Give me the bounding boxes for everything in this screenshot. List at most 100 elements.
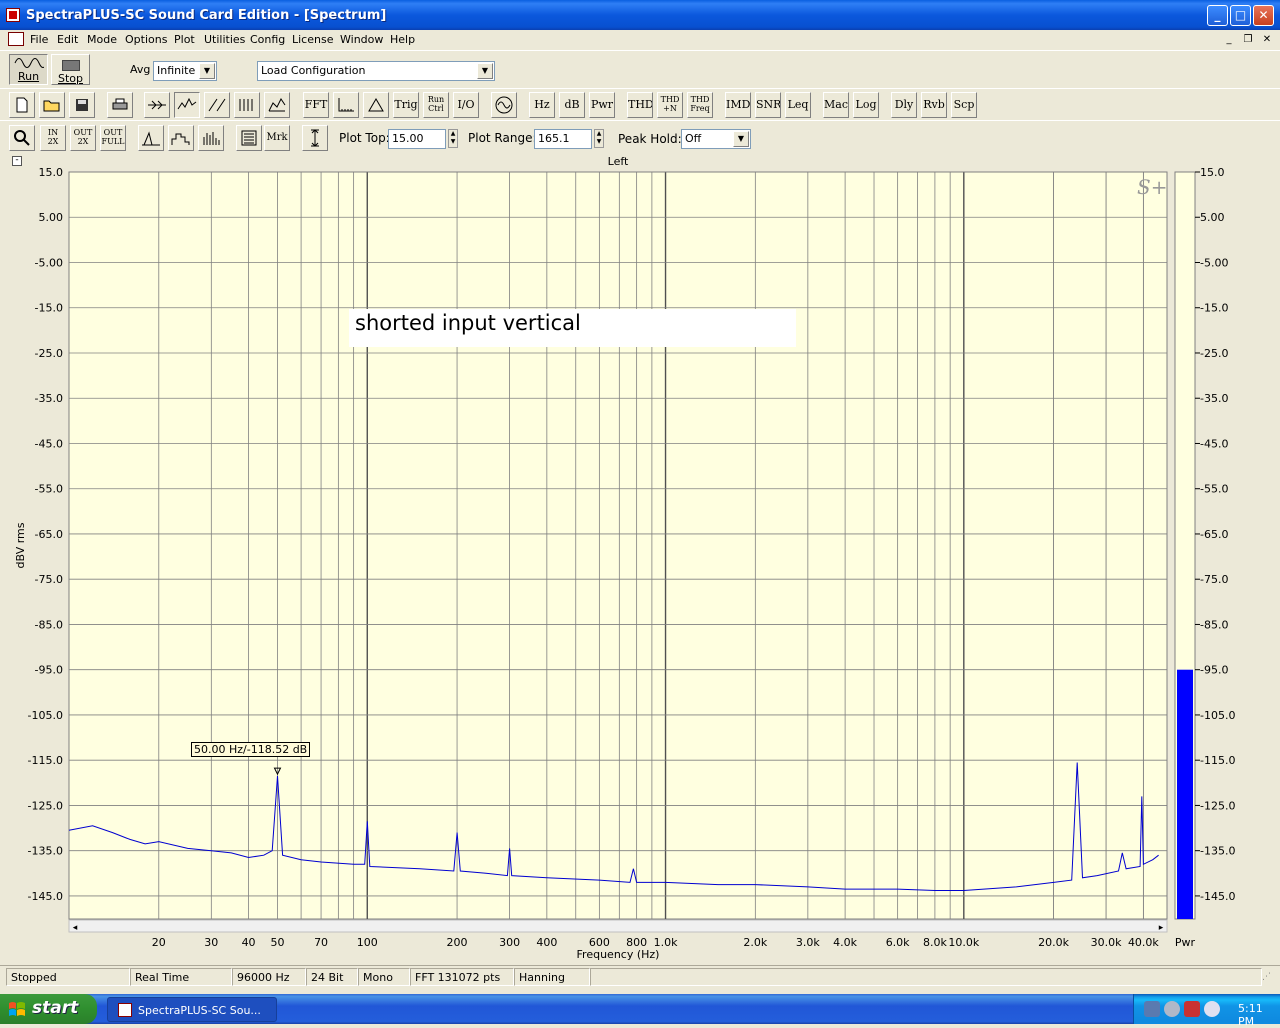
menu-mode[interactable]: Mode: [87, 33, 117, 46]
trig-button[interactable]: Trig: [393, 92, 419, 118]
menu-file[interactable]: File: [30, 33, 48, 46]
plot-range-input[interactable]: 165.1: [534, 129, 592, 149]
menu-utilities[interactable]: Utilities: [204, 33, 245, 46]
thd-button[interactable]: THD: [627, 92, 653, 118]
plot-range-button[interactable]: [302, 125, 328, 151]
x-tick-label: 50: [270, 936, 284, 949]
title-bar[interactable]: SpectraPLUS-SC Sound Card Edition - [Spe…: [0, 0, 1280, 30]
x-tick-label: 10.0k: [948, 936, 979, 949]
toolbar-view: IN 2X OUT 2X OUT FULL Mrk Plot Top: 15.00 ▲…: [0, 120, 1280, 153]
ramp-icon: [208, 98, 226, 112]
volume-icon[interactable]: [1164, 1001, 1180, 1017]
scp-button[interactable]: Scp: [951, 92, 977, 118]
mdi-minimize-button[interactable]: _: [1222, 33, 1236, 46]
plot-range-spinner[interactable]: ▲ ▼: [594, 129, 604, 148]
trigger-level-button[interactable]: [363, 92, 389, 118]
bar-graph-button[interactable]: [198, 125, 224, 151]
leq-button[interactable]: Leq: [785, 92, 811, 118]
line-graph-button[interactable]: [138, 125, 164, 151]
document-icon[interactable]: [8, 32, 24, 46]
security-icon[interactable]: [1204, 1001, 1220, 1017]
open-button[interactable]: [39, 92, 65, 118]
zoom-out-2x-button[interactable]: OUT 2X: [70, 125, 96, 151]
axis-button[interactable]: [333, 92, 359, 118]
peak-hold-select[interactable]: Off ▼: [681, 129, 751, 149]
spectrogram-button[interactable]: [234, 92, 260, 118]
menu-config[interactable]: Config: [250, 33, 285, 46]
3d-surface-icon: [268, 98, 286, 112]
shield-icon[interactable]: [1184, 1001, 1200, 1017]
save-button[interactable]: [69, 92, 95, 118]
status-bit-depth: 24 Bit: [306, 968, 358, 986]
resize-grip-icon[interactable]: ⋰: [1262, 972, 1276, 986]
pwr-button[interactable]: Pwr: [589, 92, 615, 118]
avg-select[interactable]: Infinite ▼: [153, 61, 217, 81]
fft-button[interactable]: FFT: [303, 92, 329, 118]
time-series-button[interactable]: [204, 92, 230, 118]
app-icon[interactable]: [6, 8, 20, 22]
generator-button[interactable]: [491, 92, 517, 118]
maximize-button[interactable]: □: [1230, 5, 1251, 26]
status-channels: Mono: [358, 968, 410, 986]
h-scrollbar: [68, 919, 1168, 933]
thd-freq-button[interactable]: THD Freq: [687, 92, 713, 118]
io-button[interactable]: I/O: [453, 92, 479, 118]
line-graph-icon: [142, 131, 160, 146]
mdi-restore-button[interactable]: ❐: [1241, 33, 1255, 46]
3d-surface-button[interactable]: [264, 92, 290, 118]
close-button[interactable]: ✕: [1253, 5, 1274, 26]
meter-tick-label: -55.0: [1200, 483, 1228, 496]
taskbar: start SpectraPLUS-SC Sou... 5:11 PM: [0, 994, 1280, 1028]
menu-bar: File Edit Mode Options Plot Utilities Co…: [0, 30, 1280, 50]
step-graph-button[interactable]: [168, 125, 194, 151]
filter-button[interactable]: [144, 92, 170, 118]
new-file-button[interactable]: [9, 92, 35, 118]
log-button[interactable]: Log: [853, 92, 879, 118]
db-button[interactable]: dB: [559, 92, 585, 118]
network-icon[interactable]: [1144, 1001, 1160, 1017]
run-button[interactable]: Run: [9, 54, 48, 85]
imd-button[interactable]: IMD: [725, 92, 751, 118]
print-button[interactable]: [107, 92, 133, 118]
menu-help[interactable]: Help: [390, 33, 415, 46]
thd-n-label-bottom: +N: [663, 104, 677, 113]
marker-button[interactable]: Mrk: [264, 125, 290, 151]
menu-window[interactable]: Window: [340, 33, 383, 46]
chevron-down-icon[interactable]: ▼: [477, 63, 493, 79]
zoom-in-2x-button[interactable]: IN 2X: [40, 125, 66, 151]
start-button[interactable]: start: [0, 994, 97, 1024]
stop-button[interactable]: Stop: [51, 54, 90, 85]
chevron-down-icon[interactable]: ▼: [199, 63, 215, 79]
config-select[interactable]: Load Configuration ▼: [257, 61, 495, 81]
mac-button[interactable]: Mac: [823, 92, 849, 118]
spectrum-mode-button[interactable]: [174, 92, 200, 118]
thd-n-button[interactable]: THD +N: [657, 92, 683, 118]
dly-button[interactable]: Dly: [891, 92, 917, 118]
zoom-out-full-button[interactable]: OUT FULL: [100, 125, 126, 151]
menu-license[interactable]: License: [292, 33, 333, 46]
minimize-button[interactable]: _: [1207, 5, 1228, 26]
plot-top-label: Plot Top:: [339, 131, 390, 145]
y-tick-label: -115.0: [28, 754, 63, 767]
menu-plot[interactable]: Plot: [174, 33, 195, 46]
snr-button[interactable]: SNR: [755, 92, 781, 118]
spectrum-chart[interactable]: Left 15.0 5.00 -5.00 -15.0 -25.0 -35.0 -45.0 -55…: [0, 153, 1280, 965]
rvb-button[interactable]: Rvb: [921, 92, 947, 118]
plot-top-input[interactable]: 15.00: [388, 129, 446, 149]
plot-top-spinner[interactable]: ▲ ▼: [448, 129, 458, 148]
menu-edit[interactable]: Edit: [57, 33, 78, 46]
chevron-down-icon[interactable]: ▼: [733, 131, 749, 147]
y-tick-label: -45.0: [35, 437, 63, 450]
run-ctrl-button[interactable]: Run Ctrl: [423, 92, 449, 118]
zoom-button[interactable]: [9, 125, 35, 151]
plot-annotation[interactable]: shorted input vertical: [349, 309, 796, 347]
taskbar-app-button[interactable]: SpectraPLUS-SC Sou...: [107, 997, 277, 1022]
status-run-state: Stopped: [6, 968, 130, 986]
zoom-full-factor: FULL: [101, 137, 125, 146]
mdi-close-button[interactable]: ✕: [1260, 33, 1274, 46]
overlay-button[interactable]: [236, 125, 262, 151]
meter-tick-label: -45.0: [1200, 437, 1228, 450]
avg-label: Avg: [130, 63, 151, 76]
hz-button[interactable]: Hz: [529, 92, 555, 118]
menu-options[interactable]: Options: [125, 33, 167, 46]
